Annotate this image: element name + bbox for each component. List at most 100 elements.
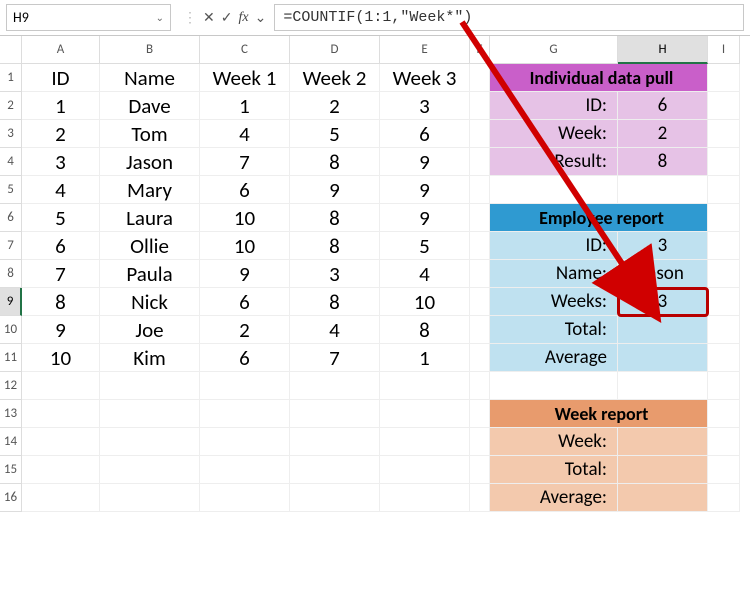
cell[interactable] (708, 260, 740, 288)
individual-panel-title[interactable]: Individual data pull (490, 64, 708, 92)
cell[interactable] (708, 456, 740, 484)
col-header[interactable]: C (200, 36, 290, 64)
cell[interactable] (470, 92, 490, 120)
cell[interactable] (470, 120, 490, 148)
cell[interactable]: 8 (380, 316, 470, 344)
cell[interactable]: 8 (290, 148, 380, 176)
cell[interactable] (380, 456, 470, 484)
cell[interactable] (100, 428, 200, 456)
cell[interactable] (708, 288, 740, 316)
cell[interactable]: 3 (290, 260, 380, 288)
cell[interactable] (200, 400, 290, 428)
col-header[interactable]: A (22, 36, 100, 64)
cell[interactable] (100, 484, 200, 512)
employee-id-label[interactable]: ID: (490, 232, 618, 260)
cell[interactable]: Week 3 (380, 64, 470, 92)
employee-avg-label[interactable]: Average (490, 344, 618, 372)
cell[interactable] (380, 400, 470, 428)
employee-name-value[interactable]: Jason (618, 260, 708, 288)
cell[interactable]: Joe (100, 316, 200, 344)
week-panel-title[interactable]: Week report (490, 400, 708, 428)
cell[interactable]: 6 (380, 120, 470, 148)
row-header[interactable]: 8 (0, 260, 22, 288)
row-header[interactable]: 2 (0, 92, 22, 120)
col-header-selected[interactable]: H (618, 36, 708, 64)
row-header[interactable]: 14 (0, 428, 22, 456)
cell[interactable]: Laura (100, 204, 200, 232)
cell[interactable]: 5 (22, 204, 100, 232)
week-avg-label[interactable]: Average: (490, 484, 618, 512)
cell[interactable] (22, 428, 100, 456)
employee-total-label[interactable]: Total: (490, 316, 618, 344)
row-header[interactable]: 3 (0, 120, 22, 148)
cell[interactable] (470, 316, 490, 344)
individual-result-label[interactable]: Result: (490, 148, 618, 176)
cell[interactable] (708, 400, 740, 428)
cell[interactable]: 2 (200, 316, 290, 344)
cell[interactable] (22, 484, 100, 512)
cell[interactable]: Dave (100, 92, 200, 120)
cancel-icon[interactable]: ✕ (203, 9, 215, 26)
cell[interactable] (708, 204, 740, 232)
cell[interactable]: 9 (380, 176, 470, 204)
cell[interactable]: Kim (100, 344, 200, 372)
cell[interactable]: 10 (22, 344, 100, 372)
cell[interactable]: 1 (380, 344, 470, 372)
cell[interactable] (708, 372, 740, 400)
cell[interactable]: 8 (290, 288, 380, 316)
employee-weeks-value[interactable]: 3 (618, 288, 708, 316)
cell[interactable]: Ollie (100, 232, 200, 260)
col-header[interactable]: E (380, 36, 470, 64)
row-header[interactable]: 13 (0, 400, 22, 428)
row-header[interactable]: 1 (0, 64, 22, 92)
cell[interactable] (22, 400, 100, 428)
cell[interactable] (200, 484, 290, 512)
cell[interactable]: 6 (200, 288, 290, 316)
employee-panel-title[interactable]: Employee report (490, 204, 708, 232)
accept-icon[interactable]: ✓ (221, 9, 233, 26)
week-avg-value[interactable] (618, 484, 708, 512)
cell[interactable] (708, 428, 740, 456)
cell[interactable] (100, 456, 200, 484)
row-header[interactable]: 5 (0, 176, 22, 204)
week-week-value[interactable] (618, 428, 708, 456)
cell[interactable]: 3 (380, 92, 470, 120)
cell[interactable] (380, 484, 470, 512)
week-week-label[interactable]: Week: (490, 428, 618, 456)
cell[interactable]: 6 (200, 344, 290, 372)
week-total-label[interactable]: Total: (490, 456, 618, 484)
individual-week-value[interactable]: 2 (618, 120, 708, 148)
col-header[interactable]: I (708, 36, 740, 64)
cell[interactable]: 7 (200, 148, 290, 176)
cell[interactable]: Tom (100, 120, 200, 148)
cell[interactable]: Paula (100, 260, 200, 288)
cell[interactable]: 6 (22, 232, 100, 260)
cell[interactable] (708, 344, 740, 372)
employee-weeks-label[interactable]: Weeks: (490, 288, 618, 316)
cell[interactable] (22, 372, 100, 400)
row-header[interactable]: 11 (0, 344, 22, 372)
cell[interactable] (200, 456, 290, 484)
cell[interactable]: 10 (380, 288, 470, 316)
cell[interactable]: 9 (290, 176, 380, 204)
cell[interactable] (708, 120, 740, 148)
cell[interactable] (290, 484, 380, 512)
cell[interactable] (290, 428, 380, 456)
cell[interactable]: 1 (200, 92, 290, 120)
cell[interactable] (290, 400, 380, 428)
cell[interactable] (470, 484, 490, 512)
cell[interactable] (470, 204, 490, 232)
cell[interactable] (618, 372, 708, 400)
spreadsheet-grid[interactable]: A B C D E F G H I 1 ID Name Week 1 Week … (0, 36, 750, 512)
cell[interactable] (470, 148, 490, 176)
cell[interactable]: Name (100, 64, 200, 92)
cell[interactable]: 9 (200, 260, 290, 288)
cell[interactable]: 4 (200, 120, 290, 148)
cell[interactable]: Nick (100, 288, 200, 316)
cell[interactable] (708, 484, 740, 512)
cell[interactable]: 7 (290, 344, 380, 372)
cell[interactable] (708, 176, 740, 204)
individual-week-label[interactable]: Week: (490, 120, 618, 148)
cell[interactable] (470, 428, 490, 456)
select-all-corner[interactable] (0, 36, 22, 64)
